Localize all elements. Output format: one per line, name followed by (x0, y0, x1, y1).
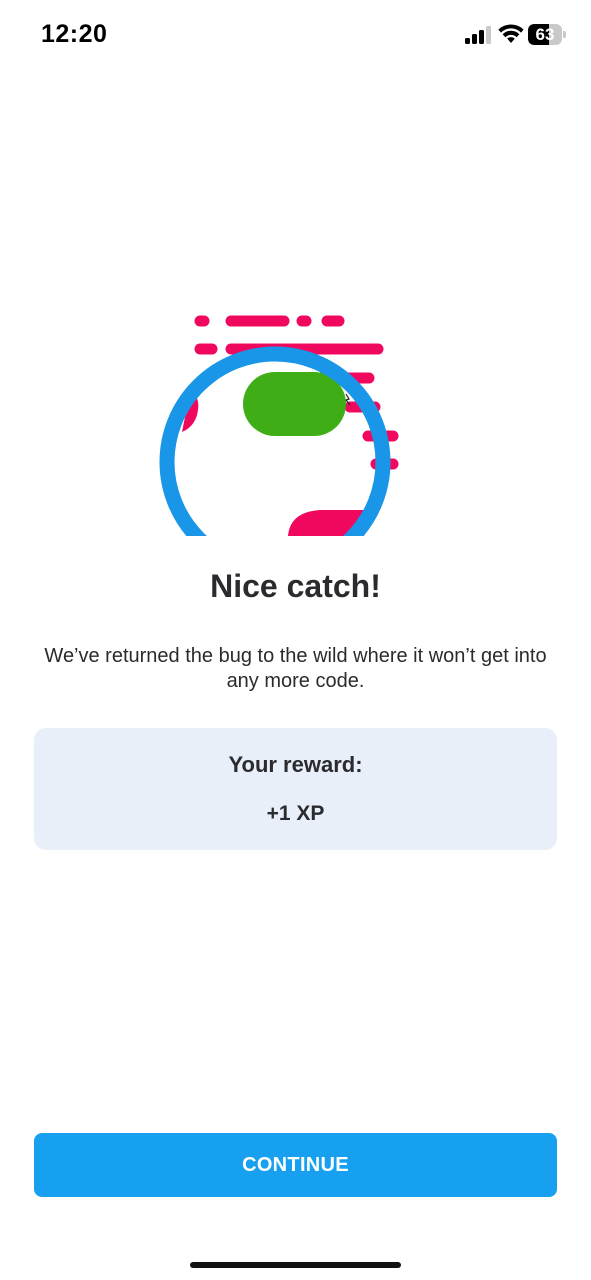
reward-label: Your reward: (228, 752, 363, 777)
reward-card: Your reward: +1 XP (34, 728, 557, 850)
status-time: 12:20 (41, 20, 108, 48)
page-title: Nice catch! (210, 568, 381, 604)
battery-icon: 63 (528, 24, 566, 45)
continue-button[interactable]: CONTINUE (34, 1133, 557, 1197)
home-indicator[interactable] (190, 1262, 401, 1268)
bug-caught-screen: 12:20 63 Nice catch! We’ve returned the … (0, 0, 591, 1280)
caught-bug-illustration (159, 315, 399, 536)
bug-icon (243, 372, 346, 436)
battery-level: 63 (535, 25, 555, 44)
status-bar: 12:20 63 (0, 0, 591, 70)
result-message: We’ve returned the bug to the wild where… (44, 645, 547, 692)
signal-icon (465, 26, 491, 44)
wifi-icon (498, 24, 524, 43)
reward-value: +1 XP (266, 802, 325, 825)
